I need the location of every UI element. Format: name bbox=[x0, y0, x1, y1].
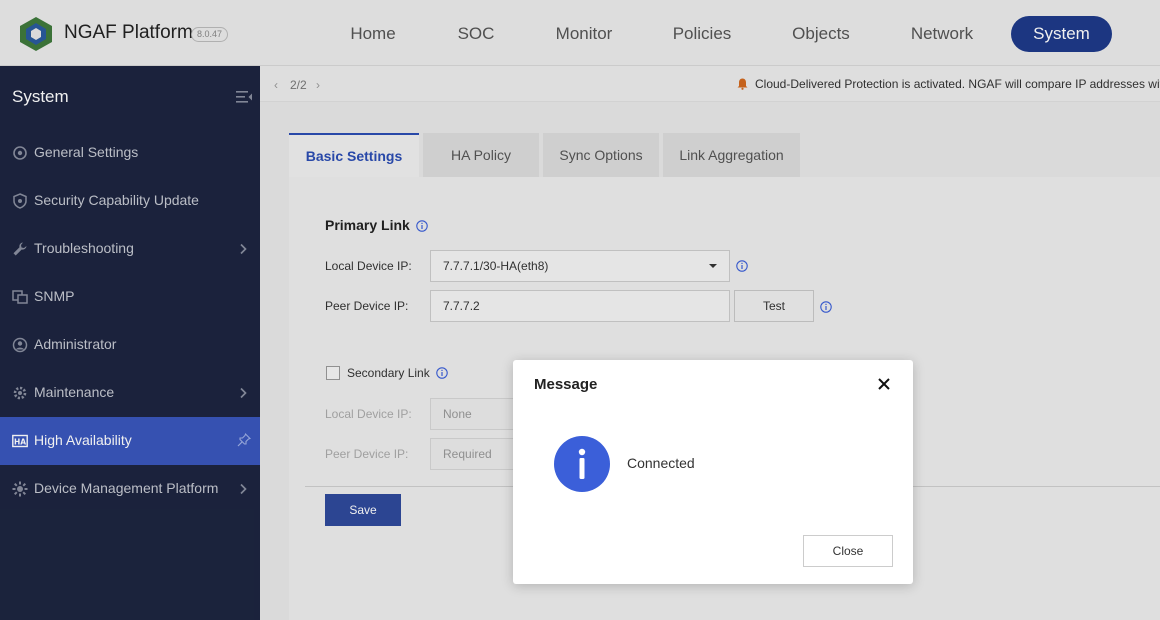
info-circle-icon bbox=[554, 436, 610, 492]
message-dialog: Message Connected Close bbox=[513, 360, 913, 584]
dialog-message: Connected bbox=[627, 455, 695, 471]
close-button[interactable]: Close bbox=[803, 535, 893, 567]
dialog-title: Message bbox=[534, 376, 598, 393]
close-icon[interactable] bbox=[877, 377, 891, 391]
